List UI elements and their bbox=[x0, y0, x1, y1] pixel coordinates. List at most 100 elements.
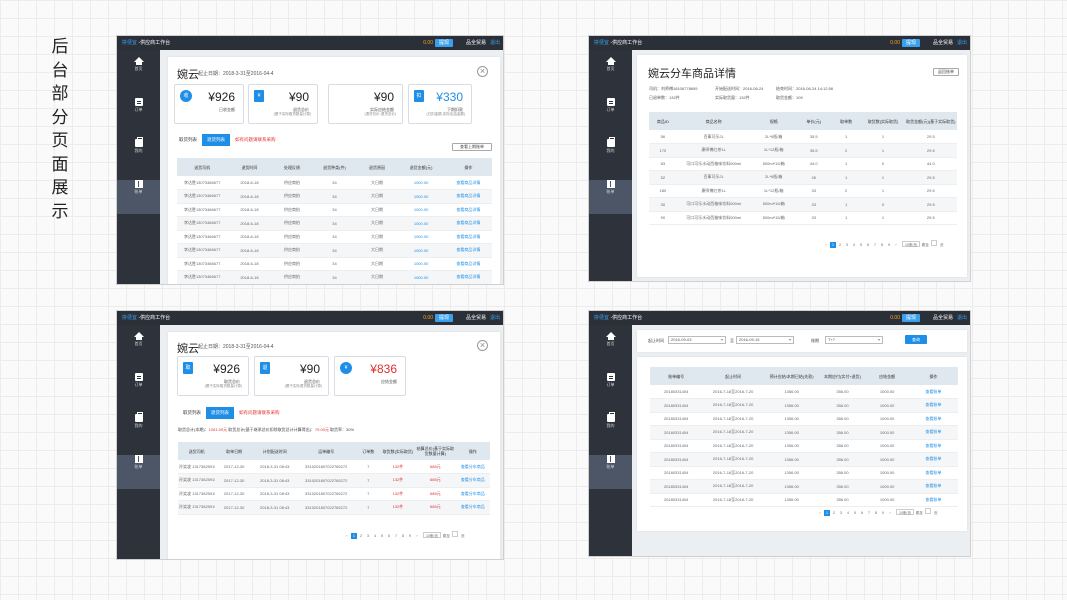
tab-1[interactable]: 退货列表 bbox=[206, 407, 234, 419]
page-6[interactable]: 6 bbox=[865, 242, 871, 248]
logout-link[interactable]: 退出 bbox=[957, 36, 967, 50]
close-icon[interactable]: × bbox=[477, 340, 488, 351]
page-size-select[interactable]: 10条/页 bbox=[423, 532, 441, 538]
row-action-link[interactable]: 查看商品详情 bbox=[444, 270, 492, 284]
sidebar-item-2[interactable]: 我的 bbox=[117, 412, 160, 448]
row-action-link[interactable]: 查看分车商品 bbox=[455, 473, 490, 488]
prev-page-icon[interactable]: ‹ bbox=[344, 533, 350, 539]
page-4[interactable]: 4 bbox=[851, 242, 857, 248]
page-8[interactable]: 8 bbox=[879, 242, 885, 248]
page-9[interactable]: 9 bbox=[407, 533, 413, 539]
row-action-link[interactable]: 查看账单 bbox=[908, 398, 958, 413]
sidebar-item-0[interactable]: 首页 bbox=[589, 57, 632, 91]
row-action-link[interactable]: 查看账单 bbox=[908, 425, 958, 440]
sidebar-item-3[interactable]: 账单 bbox=[117, 180, 160, 214]
query-button[interactable]: 查询 bbox=[905, 335, 927, 344]
row-action-link[interactable]: 查看商品详情 bbox=[445, 284, 492, 285]
row-action-link[interactable]: 查看商品详情 bbox=[444, 189, 492, 204]
row-action-link[interactable]: 查看商品详情 bbox=[444, 176, 492, 190]
sidebar-item-2[interactable]: 我的 bbox=[589, 412, 632, 448]
page-2[interactable]: 2 bbox=[831, 510, 837, 516]
page-4[interactable]: 4 bbox=[845, 510, 851, 516]
withdraw-button[interactable]: 提现 bbox=[434, 314, 453, 322]
cycle-select[interactable]: T+7 bbox=[825, 336, 883, 344]
pagination[interactable]: ‹ 1 2 3 4 5 6 7 8 9 › 10条/页 跳至 页 bbox=[823, 240, 946, 248]
tab-0[interactable]: 取货列表 bbox=[174, 134, 202, 146]
sidebar-item-1[interactable]: 订单 bbox=[589, 373, 632, 407]
sidebar-item-1[interactable]: 订单 bbox=[117, 373, 160, 407]
page-6[interactable]: 6 bbox=[859, 510, 865, 516]
withdraw-button[interactable]: 提现 bbox=[901, 39, 920, 47]
row-action-link[interactable]: 查看账单 bbox=[908, 493, 958, 507]
withdraw-button[interactable]: 提现 bbox=[434, 39, 453, 47]
page-4[interactable]: 4 bbox=[372, 533, 378, 539]
row-action-link[interactable]: 查看账单 bbox=[908, 385, 958, 399]
end-date-select[interactable]: 2016-09-15 bbox=[736, 336, 794, 344]
withdraw-button[interactable]: 提现 bbox=[901, 314, 920, 322]
row-action-link[interactable]: 查看账单 bbox=[908, 452, 958, 467]
row-action-link[interactable]: 查看分车商品 bbox=[455, 487, 490, 501]
next-page-icon[interactable]: › bbox=[414, 533, 420, 539]
row-action-link[interactable]: 查看商品详情 bbox=[444, 230, 492, 244]
sidebar-item-1[interactable]: 订单 bbox=[117, 98, 160, 132]
page-5[interactable]: 5 bbox=[852, 510, 858, 516]
sidebar-item-0[interactable]: 首页 bbox=[117, 332, 160, 366]
sidebar-item-0[interactable]: 首页 bbox=[117, 57, 160, 91]
page-7[interactable]: 7 bbox=[866, 510, 872, 516]
logout-link[interactable]: 退出 bbox=[490, 311, 500, 325]
sidebar-item-3[interactable]: 账单 bbox=[589, 180, 632, 214]
next-page-icon[interactable]: › bbox=[893, 242, 899, 248]
page-5[interactable]: 5 bbox=[379, 533, 385, 539]
goto-input[interactable] bbox=[924, 508, 931, 514]
page-7[interactable]: 7 bbox=[872, 242, 878, 248]
row-action-link[interactable]: 查看账单 bbox=[908, 439, 958, 453]
page-1[interactable]: 1 bbox=[830, 242, 836, 248]
prev-bill-button[interactable]: 查看上期账单 bbox=[452, 143, 492, 151]
page-5[interactable]: 5 bbox=[858, 242, 864, 248]
page-3[interactable]: 3 bbox=[365, 533, 371, 539]
page-6[interactable]: 6 bbox=[386, 533, 392, 539]
tab-0[interactable]: 取货列表 bbox=[178, 407, 206, 419]
sidebar-item-0[interactable]: 首页 bbox=[589, 332, 632, 366]
prev-page-icon[interactable]: ‹ bbox=[817, 510, 823, 516]
sidebar-item-3[interactable]: 账单 bbox=[117, 455, 160, 489]
page-2[interactable]: 2 bbox=[837, 242, 843, 248]
logout-link[interactable]: 退出 bbox=[957, 311, 967, 325]
next-page-icon[interactable]: › bbox=[887, 510, 893, 516]
page-size-select[interactable]: 10条/页 bbox=[896, 509, 914, 515]
row-action-link[interactable]: 查看账单 bbox=[908, 479, 958, 494]
page-9[interactable]: 9 bbox=[886, 242, 892, 248]
logout-link[interactable]: 退出 bbox=[490, 36, 500, 50]
sidebar-item-2[interactable]: 我的 bbox=[589, 137, 632, 173]
page-7[interactable]: 7 bbox=[393, 533, 399, 539]
page-9[interactable]: 9 bbox=[880, 510, 886, 516]
row-action-link[interactable]: 查看商品详情 bbox=[444, 257, 492, 271]
sidebar-item-3[interactable]: 账单 bbox=[589, 455, 632, 489]
page-8[interactable]: 8 bbox=[873, 510, 879, 516]
close-icon[interactable]: × bbox=[477, 66, 488, 77]
back-to-bill-button[interactable]: 返回账单 bbox=[933, 68, 959, 76]
page-1[interactable]: 1 bbox=[824, 510, 830, 516]
page-1[interactable]: 1 bbox=[351, 533, 357, 539]
tab-1[interactable]: 退货列表 bbox=[202, 134, 230, 146]
row-action-link[interactable]: 查看商品详情 bbox=[444, 243, 492, 258]
pagination[interactable]: ‹ 1 2 3 4 5 6 7 8 9 › 10条/页 跳至 页 bbox=[344, 531, 467, 539]
start-date-select[interactable]: 2016-09-03 bbox=[668, 336, 726, 344]
row-action-link[interactable]: 查看分车商品 bbox=[455, 460, 490, 474]
row-action-link[interactable]: 查看商品详情 bbox=[444, 216, 492, 231]
page-3[interactable]: 3 bbox=[844, 242, 850, 248]
row-action-link[interactable]: 查看账单 bbox=[908, 466, 958, 480]
goto-input[interactable] bbox=[930, 240, 937, 246]
sidebar-item-1[interactable]: 订单 bbox=[589, 98, 632, 132]
prev-page-icon[interactable]: ‹ bbox=[823, 242, 829, 248]
pagination[interactable]: ‹ 1 2 3 4 5 6 7 8 9 › 10条/页 跳至 页 bbox=[817, 508, 940, 516]
page-8[interactable]: 8 bbox=[400, 533, 406, 539]
row-action-link[interactable]: 查看账单 bbox=[908, 412, 958, 426]
page-3[interactable]: 3 bbox=[838, 510, 844, 516]
page-size-select[interactable]: 10条/页 bbox=[902, 241, 920, 247]
sidebar-item-2[interactable]: 我的 bbox=[117, 137, 160, 173]
row-action-link[interactable]: 查看商品详情 bbox=[444, 203, 492, 217]
row-action-link[interactable]: 查看分车商品 bbox=[455, 500, 490, 515]
goto-input[interactable] bbox=[451, 531, 458, 537]
page-2[interactable]: 2 bbox=[358, 533, 364, 539]
